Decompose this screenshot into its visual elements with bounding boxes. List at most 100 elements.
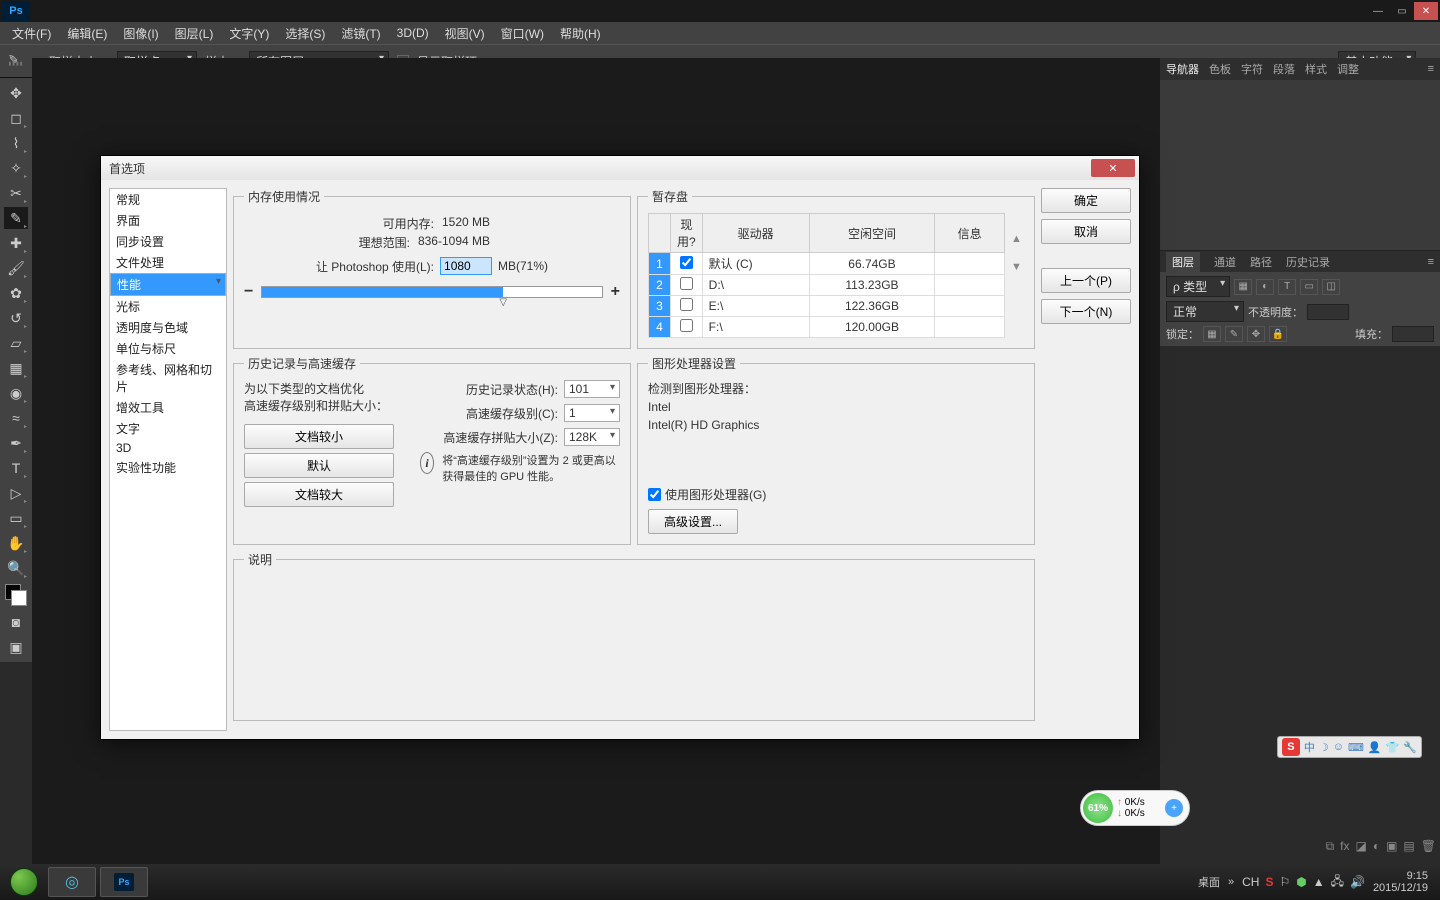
doc-default-button[interactable]: 默认	[244, 453, 394, 478]
prefs-category-item[interactable]: 参考线、网格和切片	[110, 359, 226, 397]
move-tool[interactable]: ✥	[4, 82, 28, 104]
menu-item[interactable]: 文件(F)	[4, 25, 59, 42]
doc-large-button[interactable]: 文档较大	[244, 482, 394, 507]
slider-minus-icon[interactable]: −	[244, 283, 253, 301]
blur-tool[interactable]: ◉	[4, 382, 28, 404]
prefs-category-item[interactable]: 透明度与色域	[110, 317, 226, 338]
magic-wand-tool[interactable]: ✧	[4, 157, 28, 179]
fx-icon[interactable]: fx	[1340, 839, 1349, 854]
menu-item[interactable]: 滤镜(T)	[333, 25, 388, 42]
toolbar-grip[interactable]: ▮▮▮▮	[2, 60, 30, 68]
type-tool[interactable]: T	[4, 457, 28, 479]
filter-smart-icon[interactable]: ◫	[1322, 279, 1340, 295]
table-row[interactable]: 4 F:\ 120.00GB	[649, 317, 1005, 338]
memory-slider[interactable]: ▽	[261, 286, 602, 298]
prefs-category-item[interactable]: 文件处理	[110, 252, 226, 273]
tray-desktop-label[interactable]: 桌面	[1198, 874, 1220, 890]
table-row[interactable]: 3 E:\ 122.36GB	[649, 296, 1005, 317]
eyedropper-tool[interactable]: ✎	[4, 207, 28, 229]
lasso-tool[interactable]: ⌇	[4, 132, 28, 154]
eraser-tool[interactable]: ▱	[4, 332, 28, 354]
table-row[interactable]: 1 默认 (C) 66.74GB	[649, 253, 1005, 275]
slider-plus-icon[interactable]: +	[611, 283, 620, 301]
tab-paths[interactable]: 路径	[1250, 254, 1272, 270]
cache-level-select[interactable]: 1	[564, 404, 620, 422]
let-ps-use-input[interactable]	[440, 257, 492, 275]
gradient-tool[interactable]: ▦	[4, 357, 28, 379]
tab-character[interactable]: 字符	[1241, 61, 1263, 77]
dodge-tool[interactable]: ≈	[4, 407, 28, 429]
prefs-category-item[interactable]: 文字	[110, 418, 226, 439]
ime-settings-icon[interactable]: 🔧	[1403, 741, 1417, 754]
lock-all-icon[interactable]: 🔒	[1269, 326, 1287, 342]
menu-item[interactable]: 视图(V)	[437, 25, 493, 42]
zoom-tool[interactable]: 🔍	[4, 557, 28, 579]
prefs-category-item[interactable]: 性能	[110, 273, 226, 296]
menu-item[interactable]: 选择(S)	[277, 25, 333, 42]
minimize-button[interactable]: —	[1366, 2, 1390, 20]
start-button[interactable]	[4, 867, 44, 897]
healing-brush-tool[interactable]: ✚	[4, 232, 28, 254]
menu-item[interactable]: 3D(D)	[389, 26, 437, 40]
link-layers-icon[interactable]: ⧉	[1326, 839, 1335, 854]
tray-up-icon[interactable]: ▲	[1313, 875, 1325, 889]
menu-item[interactable]: 图层(L)	[167, 25, 222, 42]
group-icon[interactable]: ▣	[1386, 839, 1397, 854]
tab-paragraph[interactable]: 段落	[1273, 61, 1295, 77]
marquee-tool[interactable]: ◻	[4, 107, 28, 129]
tray-network-icon[interactable]: 🖧	[1331, 872, 1344, 893]
layer-filter-dropdown[interactable]: ρ 类型	[1166, 276, 1230, 297]
tray-shield-icon[interactable]: ⬢	[1296, 875, 1306, 889]
tray-volume-icon[interactable]: 🔊	[1350, 875, 1365, 889]
network-meter[interactable]: 61% ↑ 0K/s ↓ 0K/s +	[1080, 790, 1190, 826]
dialog-close-button[interactable]: ✕	[1091, 159, 1135, 177]
gpu-advanced-button[interactable]: 高级设置...	[648, 509, 738, 534]
tab-layers[interactable]: 图层	[1166, 252, 1200, 272]
slider-knob-icon[interactable]: ▽	[499, 297, 507, 308]
doc-small-button[interactable]: 文档较小	[244, 424, 394, 449]
ime-emoji-icon[interactable]: ☺	[1333, 741, 1344, 753]
new-layer-icon[interactable]: ▤	[1403, 839, 1414, 854]
drive-active-checkbox[interactable]	[680, 277, 693, 290]
prefs-category-item[interactable]: 实验性功能	[110, 457, 226, 478]
app-close-button[interactable]: ✕	[1414, 2, 1438, 20]
task-browser[interactable]: ◎	[48, 867, 96, 897]
tray-lang[interactable]: CH	[1242, 875, 1259, 889]
sogou-icon[interactable]: S	[1282, 738, 1300, 756]
history-brush-tool[interactable]: ↺	[4, 307, 28, 329]
adjustment-icon[interactable]: ◐	[1373, 839, 1380, 854]
task-photoshop[interactable]: Ps	[100, 867, 148, 897]
dialog-titlebar[interactable]: 首选项 ✕	[101, 156, 1139, 180]
menu-item[interactable]: 帮助(H)	[552, 25, 609, 42]
lock-transparency-icon[interactable]: ▦	[1203, 326, 1221, 342]
move-down-icon[interactable]: ▼	[1011, 261, 1022, 273]
path-selection-tool[interactable]: ▷	[4, 482, 28, 504]
color-swatch[interactable]	[3, 582, 29, 608]
menu-item[interactable]: 窗口(W)	[493, 25, 552, 42]
drive-active-checkbox[interactable]	[680, 298, 693, 311]
clone-stamp-tool[interactable]: ✿	[4, 282, 28, 304]
quick-mask-icon[interactable]: ◙	[4, 611, 28, 633]
ok-button[interactable]: 确定	[1041, 188, 1131, 213]
drive-active-checkbox[interactable]	[680, 319, 693, 332]
ime-person-icon[interactable]: 👤	[1368, 741, 1382, 754]
use-gpu-checkbox[interactable]	[648, 488, 661, 501]
ime-zhong[interactable]: 中	[1304, 739, 1315, 755]
ime-moon-icon[interactable]: ☽	[1319, 741, 1329, 754]
pen-tool[interactable]: ✒	[4, 432, 28, 454]
net-expand-icon[interactable]: +	[1165, 799, 1183, 817]
cache-tile-select[interactable]: 128K	[564, 428, 620, 446]
hand-tool[interactable]: ✋	[4, 532, 28, 554]
tray-flag-icon[interactable]: ⚐	[1279, 875, 1290, 889]
prefs-category-item[interactable]: 单位与标尺	[110, 338, 226, 359]
panel-menu-icon[interactable]: ≡	[1428, 63, 1434, 75]
prefs-category-item[interactable]: 常规	[110, 189, 226, 210]
fill-input[interactable]	[1392, 326, 1434, 342]
brush-tool[interactable]: 🖌	[4, 257, 28, 279]
menu-item[interactable]: 文字(Y)	[221, 25, 277, 42]
layers-menu-icon[interactable]: ≡	[1428, 256, 1434, 268]
filter-adjust-icon[interactable]: ◐	[1256, 279, 1274, 295]
ime-skin-icon[interactable]: 👕	[1386, 741, 1400, 754]
prefs-category-item[interactable]: 光标	[110, 296, 226, 317]
tab-adjustments[interactable]: 调整	[1337, 61, 1359, 77]
